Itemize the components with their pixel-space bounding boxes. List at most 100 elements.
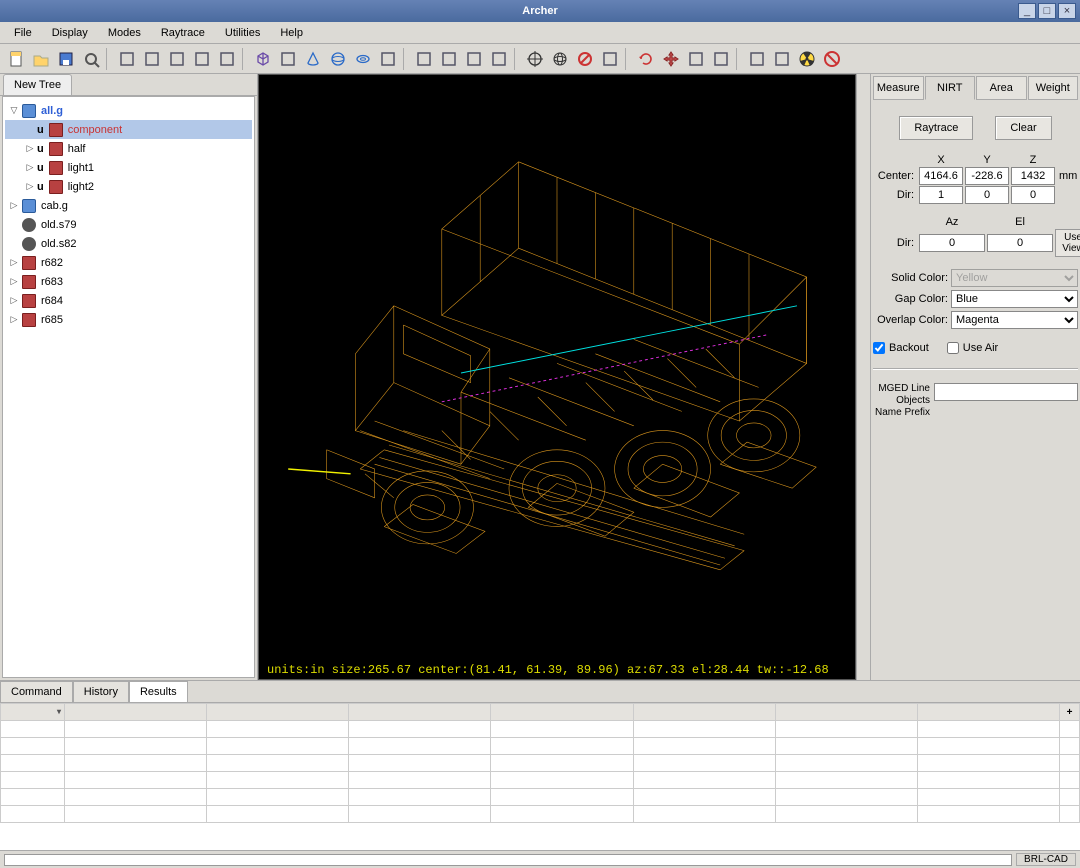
- results-cell[interactable]: [349, 755, 491, 772]
- menu-modes[interactable]: Modes: [100, 25, 149, 41]
- results-cell[interactable]: [775, 789, 917, 806]
- results-cell[interactable]: [775, 721, 917, 738]
- results-col-header[interactable]: [917, 704, 1059, 721]
- cube-icon[interactable]: [251, 47, 275, 71]
- results-cell[interactable]: [1060, 789, 1080, 806]
- menu-utilities[interactable]: Utilities: [217, 25, 268, 41]
- no-entry-icon[interactable]: [573, 47, 597, 71]
- results-col-header[interactable]: [207, 704, 349, 721]
- tree-item-half[interactable]: ▷uhalf: [5, 139, 252, 158]
- cone-icon[interactable]: [301, 47, 325, 71]
- overlap-color-select[interactable]: Magenta: [951, 311, 1078, 329]
- viewport-scrollbar[interactable]: [856, 74, 870, 680]
- tree-item-r684[interactable]: ▷r684: [5, 291, 252, 310]
- results-cell[interactable]: [491, 789, 633, 806]
- center-y-input[interactable]: [965, 167, 1009, 185]
- pan-icon[interactable]: [462, 47, 486, 71]
- results-cell[interactable]: [1060, 772, 1080, 789]
- tree-item-r685[interactable]: ▷r685: [5, 310, 252, 329]
- center-z-input[interactable]: [1011, 167, 1055, 185]
- results-cell[interactable]: [65, 738, 207, 755]
- rotate-view-icon[interactable]: [437, 47, 461, 71]
- results-cell[interactable]: [1060, 755, 1080, 772]
- crosshair-icon[interactable]: [523, 47, 547, 71]
- results-cell[interactable]: [633, 738, 775, 755]
- viewport[interactable]: units:in size:265.67 center:(81.41, 61.3…: [258, 74, 856, 680]
- radiation-icon[interactable]: [795, 47, 819, 71]
- paste-icon[interactable]: [215, 47, 239, 71]
- results-cell[interactable]: [1060, 738, 1080, 755]
- results-cell[interactable]: [349, 721, 491, 738]
- results-cell[interactable]: [65, 806, 207, 823]
- tab-command[interactable]: Command: [0, 681, 73, 702]
- results-cell[interactable]: [207, 738, 349, 755]
- results-cell[interactable]: [65, 789, 207, 806]
- cut-icon[interactable]: [165, 47, 189, 71]
- results-cell[interactable]: [917, 738, 1059, 755]
- tree-item-light2[interactable]: ▷ulight2: [5, 177, 252, 196]
- camera-icon[interactable]: [745, 47, 769, 71]
- center-x-input[interactable]: [919, 167, 963, 185]
- rotate-tool-icon[interactable]: [709, 47, 733, 71]
- results-cell[interactable]: [775, 738, 917, 755]
- results-cell[interactable]: [65, 772, 207, 789]
- tab-weight[interactable]: Weight: [1028, 76, 1079, 100]
- dir-z-input[interactable]: [1011, 186, 1055, 204]
- results-cell[interactable]: [65, 755, 207, 772]
- results-col-header[interactable]: [775, 704, 917, 721]
- results-cell[interactable]: [1, 806, 65, 823]
- results-cell[interactable]: [349, 806, 491, 823]
- undo-icon[interactable]: [115, 47, 139, 71]
- menu-file[interactable]: File: [6, 25, 40, 41]
- results-cell[interactable]: [633, 806, 775, 823]
- results-cell[interactable]: [1, 755, 65, 772]
- save-icon[interactable]: [54, 47, 78, 71]
- tab-history[interactable]: History: [73, 681, 129, 702]
- pipe-icon[interactable]: [376, 47, 400, 71]
- close-icon[interactable]: ×: [1058, 3, 1076, 19]
- box-icon[interactable]: [276, 47, 300, 71]
- results-cell[interactable]: [633, 755, 775, 772]
- results-cell[interactable]: [775, 806, 917, 823]
- gap-color-select[interactable]: Blue: [951, 290, 1078, 308]
- tree-item-cab-g[interactable]: ▷cab.g: [5, 196, 252, 215]
- open-file-icon[interactable]: [29, 47, 53, 71]
- results-cell[interactable]: [207, 755, 349, 772]
- clear-button[interactable]: Clear: [995, 116, 1051, 140]
- redo-icon[interactable]: [140, 47, 164, 71]
- stop-icon[interactable]: [820, 47, 844, 71]
- tree-view[interactable]: ▽all.g ucomponent▷uhalf▷ulight1▷ulight2▷…: [2, 96, 255, 678]
- results-cell[interactable]: [207, 789, 349, 806]
- add-column-button[interactable]: +: [1060, 704, 1080, 721]
- results-cell[interactable]: [917, 806, 1059, 823]
- tab-results[interactable]: Results: [129, 681, 188, 702]
- results-cell[interactable]: [491, 755, 633, 772]
- sun-icon[interactable]: [770, 47, 794, 71]
- select-icon[interactable]: [412, 47, 436, 71]
- tree-item-r683[interactable]: ▷r683: [5, 272, 252, 291]
- results-cell[interactable]: [491, 806, 633, 823]
- results-cell[interactable]: [65, 721, 207, 738]
- results-cell[interactable]: [1060, 721, 1080, 738]
- results-col-header[interactable]: ▾: [1, 704, 65, 721]
- el-input[interactable]: [987, 234, 1053, 252]
- tab-new-tree[interactable]: New Tree: [3, 74, 72, 95]
- menu-help[interactable]: Help: [272, 25, 311, 41]
- tree-item-all-g[interactable]: ▽all.g: [5, 101, 252, 120]
- minimize-icon[interactable]: _: [1018, 3, 1036, 19]
- tab-measure[interactable]: Measure: [873, 76, 924, 100]
- results-cell[interactable]: [1, 721, 65, 738]
- results-col-header[interactable]: [349, 704, 491, 721]
- move-tool-icon[interactable]: [659, 47, 683, 71]
- results-cell[interactable]: [917, 721, 1059, 738]
- results-cell[interactable]: [633, 772, 775, 789]
- results-cell[interactable]: [1, 738, 65, 755]
- results-cell[interactable]: [1, 789, 65, 806]
- useair-checkbox[interactable]: Use Air: [947, 342, 998, 354]
- tree-item-light1[interactable]: ▷ulight1: [5, 158, 252, 177]
- tab-area[interactable]: Area: [976, 76, 1027, 100]
- compass-icon[interactable]: [598, 47, 622, 71]
- results-grid[interactable]: ▾+: [0, 703, 1080, 850]
- raytrace-button[interactable]: Raytrace: [899, 116, 973, 140]
- move-icon[interactable]: [487, 47, 511, 71]
